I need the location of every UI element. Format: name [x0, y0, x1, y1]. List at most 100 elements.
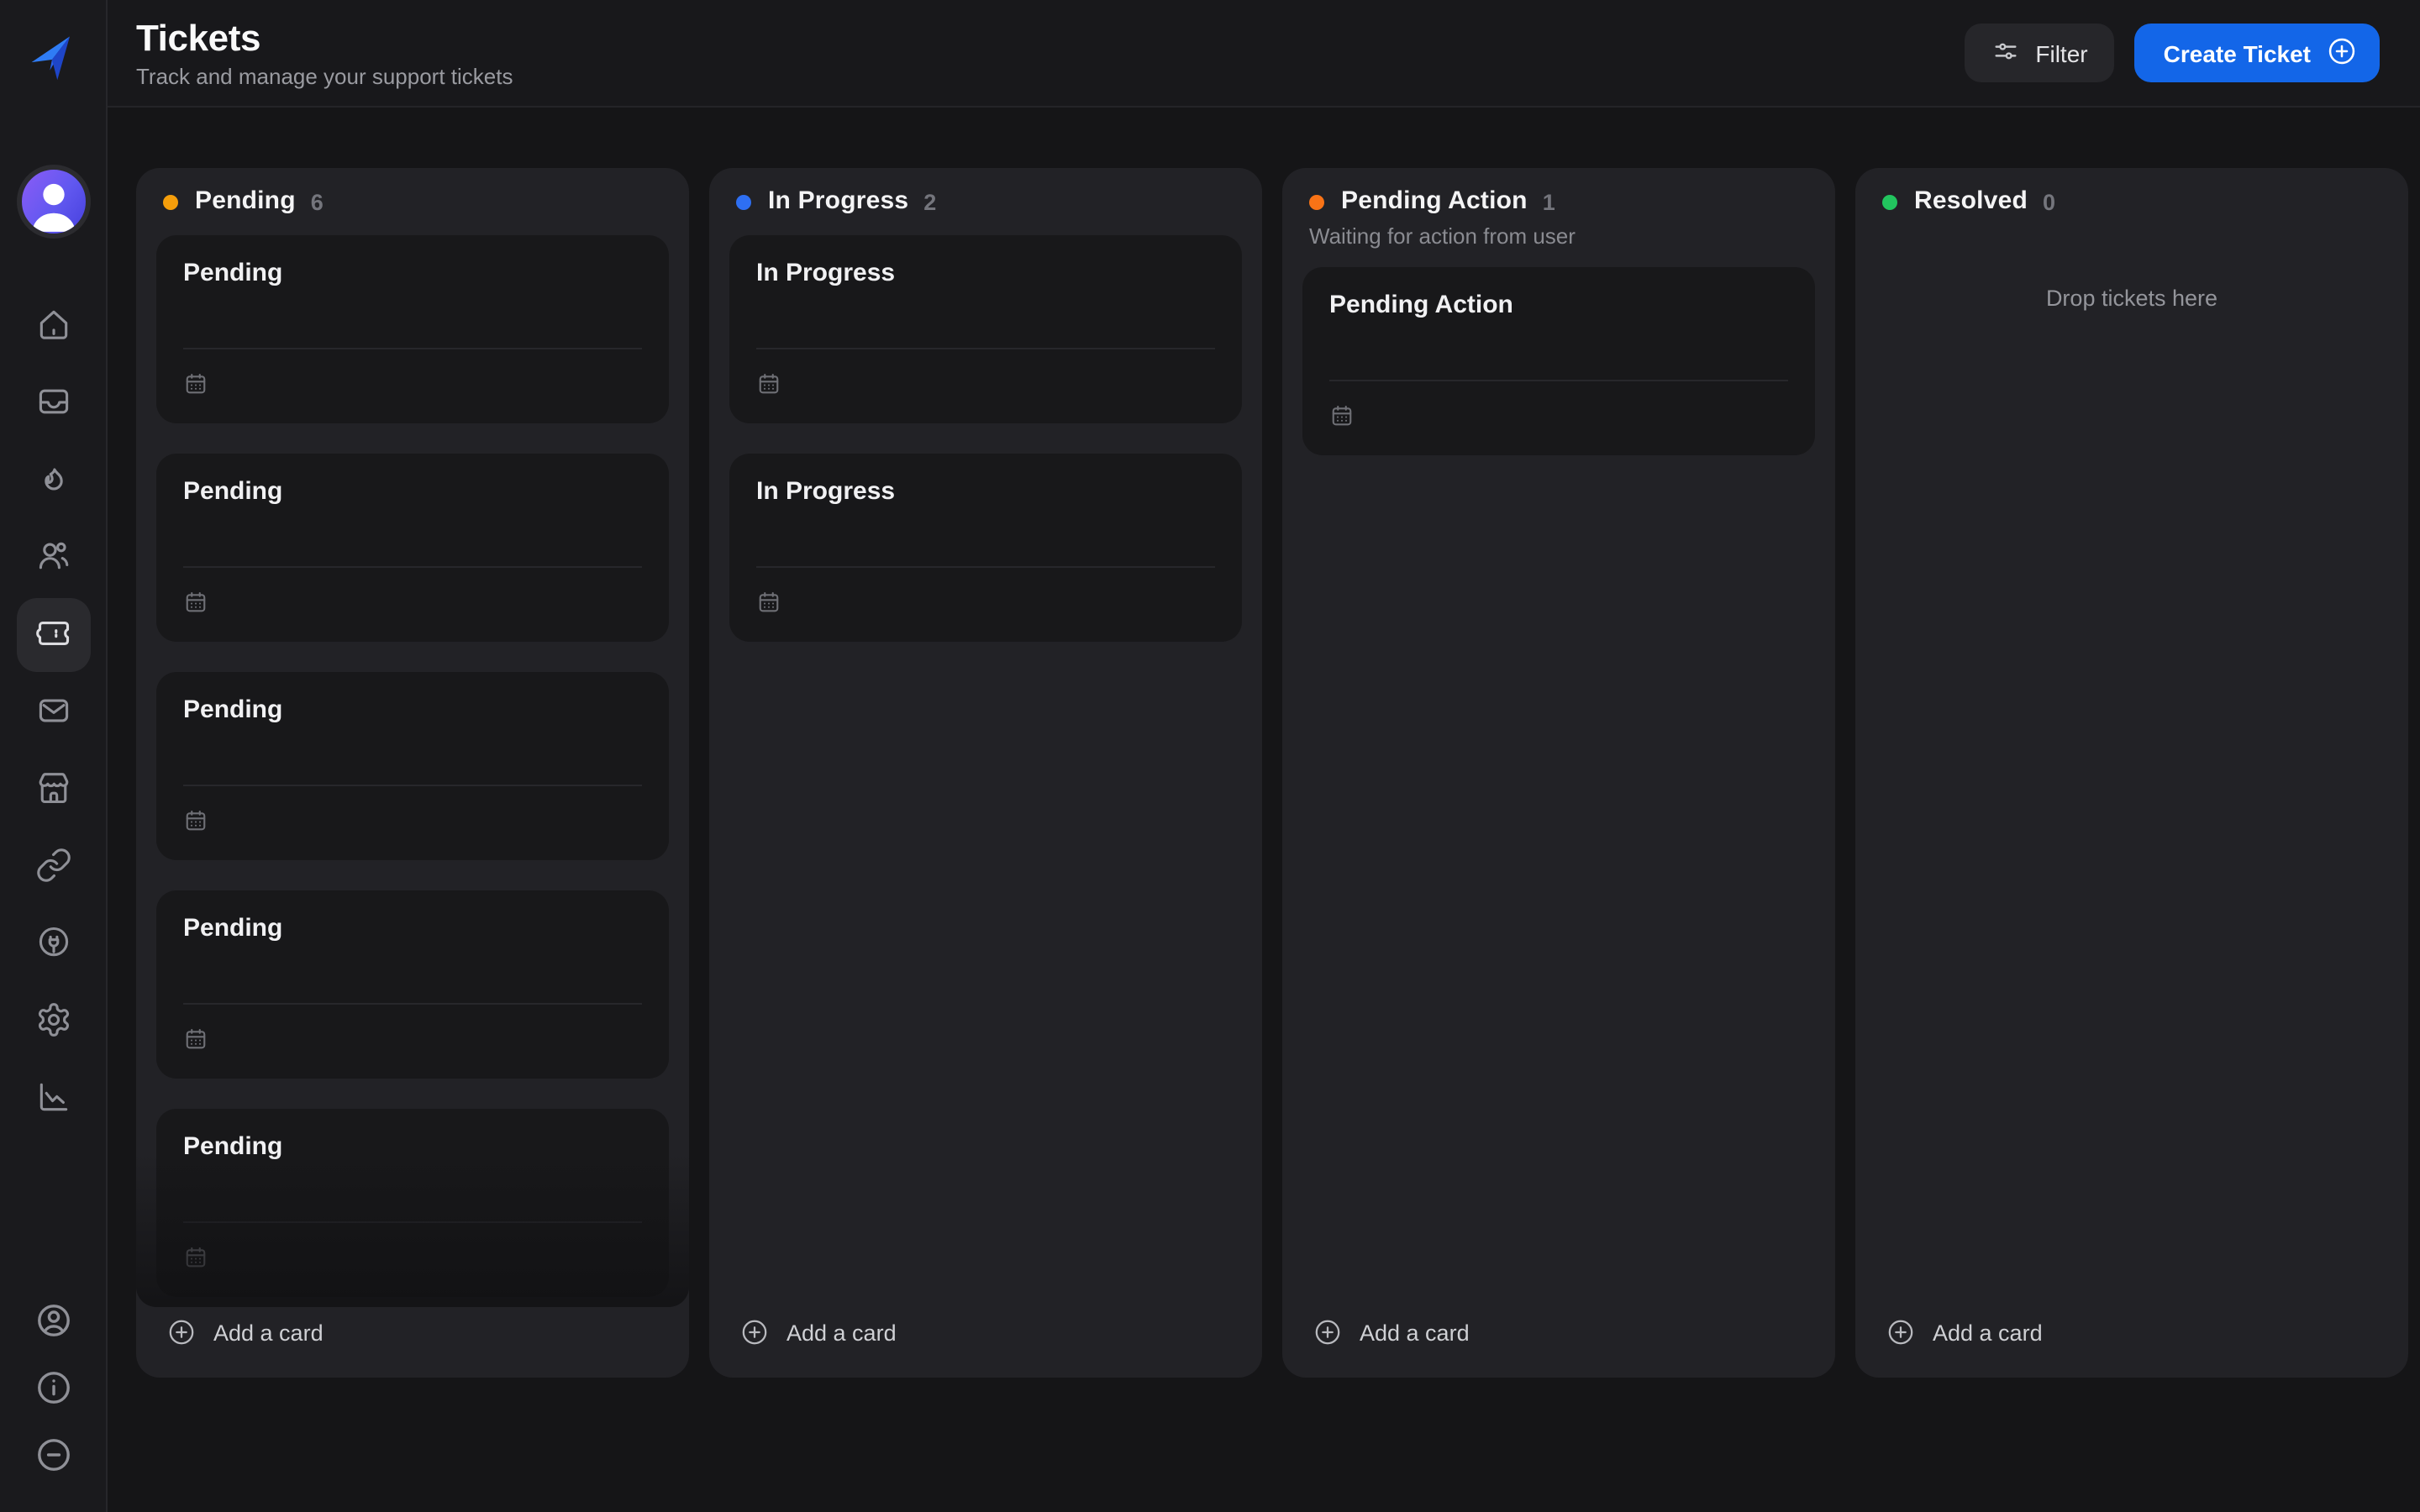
ticket-card-footer: [183, 1221, 642, 1277]
page-header: Tickets Track and manage your support ti…: [108, 0, 2420, 108]
inbox-icon: [34, 382, 71, 424]
minus-circle-icon: [33, 1455, 73, 1480]
page-title: Tickets: [136, 16, 513, 60]
board-column: Pending Action 1 Waiting for action from…: [1282, 168, 1835, 1378]
settings-icon: [34, 1000, 71, 1042]
sidebar-item-home[interactable]: [16, 289, 90, 363]
sidebar-item-ticket[interactable]: [16, 598, 90, 672]
ticket-card[interactable]: Pending: [156, 890, 669, 1079]
add-card-label: Add a card: [213, 1320, 324, 1345]
sidebar-footer-info[interactable]: [33, 1368, 73, 1408]
sidebar-item-store[interactable]: [16, 753, 90, 827]
ticket-card-footer: [756, 566, 1215, 622]
create-ticket-label: Create Ticket: [2164, 39, 2311, 66]
sidebar-item-flame[interactable]: [16, 444, 90, 517]
column-title: Pending: [195, 185, 296, 218]
sidebar-item-settings[interactable]: [16, 984, 90, 1058]
user-circle-icon: [33, 1320, 73, 1346]
board: Pending 6 Pending Pending Pending: [108, 108, 2420, 1512]
filter-button[interactable]: Filter: [1965, 24, 2114, 82]
ticket-card-footer: [183, 1003, 642, 1058]
add-card-button[interactable]: Add a card: [136, 1297, 689, 1378]
ticket-card[interactable]: Pending: [156, 235, 669, 423]
calendar-icon: [183, 1244, 208, 1269]
add-card-label: Add a card: [1933, 1320, 2043, 1345]
column-status-dot: [736, 194, 751, 209]
card-list: In Progress In Progress: [709, 235, 1262, 642]
column-status-dot: [1309, 194, 1324, 209]
home-icon: [34, 305, 71, 347]
ticket-card[interactable]: Pending: [156, 454, 669, 642]
sidebar-item-inbox[interactable]: [16, 366, 90, 440]
ticket-card-title: Pending: [183, 692, 642, 727]
column-title: Resolved: [1914, 185, 2028, 218]
column-status-dot: [1882, 194, 1897, 209]
sliders-icon: [1991, 36, 2020, 70]
calendar-icon: [756, 589, 781, 614]
ticket-card-title: Pending: [183, 1129, 642, 1164]
ticket-card-title: Pending: [183, 474, 642, 509]
ticket-card-title: Pending: [183, 255, 642, 291]
plus-circle-icon: [1313, 1317, 1343, 1347]
mail-icon: [34, 691, 71, 733]
calendar-icon: [183, 1026, 208, 1051]
header-actions: Filter Create Ticket: [1965, 24, 2380, 82]
ticket-card-footer: [756, 348, 1215, 403]
plug-icon: [34, 923, 71, 965]
app-root: Tickets Track and manage your support ti…: [0, 0, 2420, 1512]
user-avatar[interactable]: [16, 165, 90, 239]
ticket-card[interactable]: In Progress: [729, 454, 1242, 642]
calendar-icon: [756, 370, 781, 396]
analytics-icon: [34, 1078, 71, 1120]
ticket-card-title: In Progress: [756, 255, 1215, 291]
add-card-button[interactable]: Add a card: [1855, 1297, 2408, 1378]
filter-button-label: Filter: [2035, 39, 2087, 66]
ticket-card[interactable]: Pending: [156, 672, 669, 860]
calendar-icon: [183, 589, 208, 614]
sidebar-item-users[interactable]: [16, 521, 90, 595]
ticket-card-title: In Progress: [756, 474, 1215, 509]
ticket-card[interactable]: In Progress: [729, 235, 1242, 423]
column-count: 1: [1543, 189, 1555, 214]
ticket-card[interactable]: Pending Action: [1302, 267, 1815, 455]
board-column: Resolved 0 Drop tickets here Add a card: [1855, 168, 2408, 1378]
sidebar-item-plug[interactable]: [16, 907, 90, 981]
create-ticket-button[interactable]: Create Ticket: [2135, 24, 2380, 82]
column-header: Pending 6: [136, 168, 689, 232]
sidebar-footer-minus-circle[interactable]: [33, 1435, 73, 1475]
add-card-button[interactable]: Add a card: [709, 1297, 1262, 1378]
users-icon: [34, 537, 71, 579]
plus-circle-icon: [166, 1317, 197, 1347]
add-card-label: Add a card: [786, 1320, 897, 1345]
add-card-button[interactable]: Add a card: [1282, 1297, 1835, 1378]
sidebar-footer-user-circle[interactable]: [33, 1300, 73, 1341]
plus-circle-icon: [2326, 34, 2358, 71]
column-title: Pending Action: [1341, 185, 1528, 218]
plus-circle-icon: [1886, 1317, 1916, 1347]
ticket-card-title: Pending: [183, 911, 642, 946]
ticket-card-footer: [183, 348, 642, 403]
page-subtitle: Track and manage your support tickets: [136, 63, 513, 90]
add-card-label: Add a card: [1360, 1320, 1470, 1345]
ticket-card[interactable]: Pending: [156, 1109, 669, 1297]
ticket-card-footer: [183, 785, 642, 840]
sidebar: [0, 0, 108, 1512]
sidebar-footer: [33, 1300, 73, 1475]
sidebar-item-mail[interactable]: [16, 675, 90, 749]
store-icon: [34, 769, 71, 811]
drop-zone[interactable]: Drop tickets here: [1855, 286, 2408, 311]
paper-plane-logo: [23, 30, 83, 91]
board-column: In Progress 2 In Progress In Progress: [709, 168, 1262, 1378]
ticket-card-footer: [1329, 380, 1788, 435]
column-subtitle: Waiting for action from user: [1309, 222, 1808, 252]
board-column: Pending 6 Pending Pending Pending: [136, 168, 689, 1378]
column-header: In Progress 2: [709, 168, 1262, 232]
column-title: In Progress: [768, 185, 908, 218]
sidebar-item-analytics[interactable]: [16, 1062, 90, 1136]
sidebar-item-link[interactable]: [16, 830, 90, 904]
ticket-card-title: Pending Action: [1329, 287, 1788, 323]
calendar-icon: [183, 807, 208, 832]
column-status-dot: [163, 194, 178, 209]
column-header: Resolved 0: [1855, 168, 2408, 232]
column-count: 2: [923, 189, 936, 214]
